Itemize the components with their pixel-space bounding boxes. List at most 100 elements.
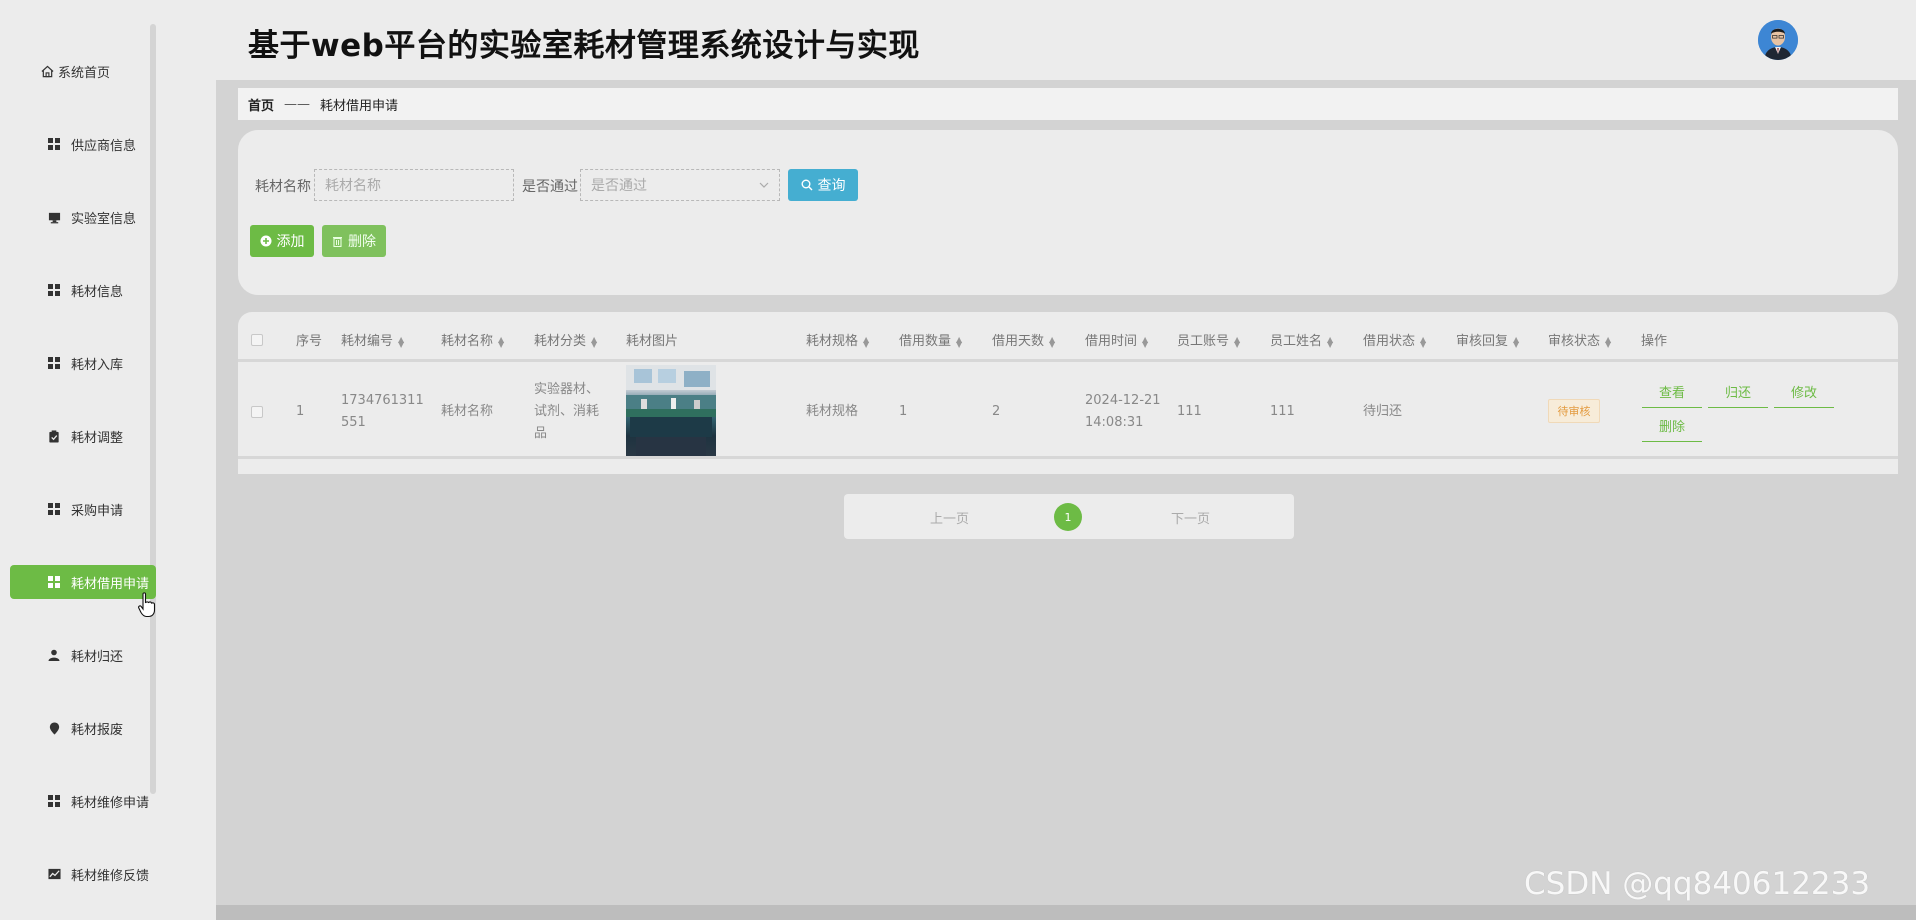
sort-icon[interactable]: ▲ ▼ [398, 335, 404, 348]
sidebar-item-label: 耗材信息 [71, 284, 124, 300]
header-account[interactable]: 员工账号 ▲ ▼ [1177, 330, 1240, 349]
sidebar-item-label: 供应商信息 [71, 138, 137, 154]
sidebar-item-materials[interactable]: 耗材信息 [10, 273, 156, 307]
watermark: CSDN @qq840612233 [1524, 866, 1871, 902]
header-days[interactable]: 借用天数 ▲ ▼ [992, 330, 1055, 349]
sort-icon[interactable]: ▲ ▼ [1420, 335, 1426, 348]
query-button-label: 查询 [817, 178, 846, 194]
edit-button[interactable]: 修改 [1774, 382, 1834, 408]
trash-icon [333, 237, 342, 247]
sidebar-item-label: 耗材维修申请 [71, 795, 150, 811]
pass-filter-select[interactable]: 是否通过 [580, 169, 780, 201]
cell-code: 1734761311 551 [341, 393, 424, 430]
sidebar-item-scrap[interactable]: 耗材报废 [10, 711, 156, 745]
top-header: 基于web平台的实验室耗材管理系统设计与实现 [216, 0, 1916, 80]
delete-button-label: 删除 [348, 234, 376, 250]
avatar[interactable] [1758, 20, 1798, 60]
sort-icon[interactable]: ▲ ▼ [1049, 335, 1055, 348]
breadcrumb: 首页 —— 耗材借用申请 [238, 88, 1898, 120]
name-filter-input[interactable]: 耗材名称 [314, 169, 514, 201]
next-page-button[interactable]: 下一页 [1171, 508, 1210, 527]
sort-icon[interactable]: ▲ ▼ [1234, 335, 1240, 348]
header-code[interactable]: 耗材编号 ▲ ▼ [341, 330, 404, 349]
horizontal-scrollbar[interactable] [216, 905, 1916, 920]
header-ops: 操作 [1641, 334, 1668, 349]
material-image[interactable] [626, 365, 716, 456]
grid-icon [47, 356, 61, 370]
grid-icon [47, 575, 61, 589]
chart-icon [47, 867, 61, 881]
cell-name: 耗材名称 [441, 404, 494, 419]
header-spec[interactable]: 耗材规格 ▲ ▼ [806, 330, 869, 349]
header-image: 耗材图片 [626, 334, 679, 349]
add-button-label: 添加 [276, 234, 305, 250]
sidebar-item-repair-feedback[interactable]: 耗材维修反馈 [10, 857, 156, 891]
user-icon [47, 648, 61, 662]
header-qty[interactable]: 借用数量 ▲ ▼ [899, 330, 962, 349]
breadcrumb-home[interactable]: 首页 [248, 95, 274, 114]
breadcrumb-current: 耗材借用申请 [320, 98, 399, 114]
prev-page-button[interactable]: 上一页 [930, 508, 969, 527]
sidebar-item-label: 实验室信息 [71, 211, 137, 227]
table-row: 1 1734761311 551 耗材名称 实验器材、 试剂、消耗 品 耗材规格… [238, 365, 1898, 459]
sort-icon[interactable]: ▲ ▼ [1513, 335, 1519, 348]
sidebar-item-label: 采购申请 [71, 503, 124, 519]
current-page-button[interactable]: 1 [1054, 503, 1082, 531]
name-filter-label: 耗材名称 [255, 179, 311, 195]
sidebar-item-stock-in[interactable]: 耗材入库 [10, 346, 156, 380]
view-button[interactable]: 查看 [1642, 382, 1702, 408]
sidebar-item-labs[interactable]: 实验室信息 [10, 200, 156, 234]
pass-filter-placeholder: 是否通过 [591, 178, 647, 194]
sidebar-item-repair-request[interactable]: 耗材维修申请 [10, 784, 156, 818]
sidebar-item-suppliers[interactable]: 供应商信息 [10, 127, 156, 161]
sidebar-item-label: 耗材维修反馈 [71, 868, 150, 884]
home-icon [40, 64, 54, 78]
pass-filter-label: 是否通过 [522, 179, 578, 195]
sort-icon[interactable]: ▲ ▼ [1142, 335, 1148, 348]
header-time[interactable]: 借用时间 ▲ ▼ [1085, 330, 1148, 349]
cell-spec: 耗材规格 [806, 404, 859, 419]
row-delete-button[interactable]: 删除 [1642, 416, 1702, 442]
query-button[interactable]: 查询 [788, 169, 858, 201]
grid-icon [47, 794, 61, 808]
delete-button[interactable]: 删除 [322, 225, 386, 257]
breadcrumb-separator: —— [284, 96, 311, 112]
sort-icon[interactable]: ▲ ▼ [498, 335, 504, 348]
search-icon [801, 179, 812, 191]
user-avatar-icon [1758, 20, 1798, 60]
header-name[interactable]: 耗材名称 ▲ ▼ [441, 330, 504, 349]
sidebar-item-label: 系统首页 [58, 65, 111, 81]
sort-icon[interactable]: ▲ ▼ [1605, 335, 1611, 348]
return-button[interactable]: 归还 [1708, 382, 1768, 408]
search-panel: 耗材名称 耗材名称 是否通过 是否通过 查询 添加 删除 [238, 130, 1898, 295]
data-table: 序号 耗材编号 ▲ ▼ 耗材名称 ▲ ▼ 耗材分类 ▲ ▼ 耗材图片 耗材规格 ▲ ▼ 借用数量… [238, 312, 1898, 474]
sidebar-item-return[interactable]: 耗材归还 [10, 638, 156, 672]
sidebar-item-borrow[interactable]: 耗材借用申请 [10, 565, 156, 599]
sidebar-item-label: 耗材报废 [71, 722, 124, 738]
hand-cursor-icon [138, 592, 156, 618]
header-staff[interactable]: 员工姓名 ▲ ▼ [1270, 330, 1333, 349]
header-review-status[interactable]: 审核状态 ▲ ▼ [1548, 330, 1611, 349]
name-filter-placeholder: 耗材名称 [325, 178, 381, 194]
cell-qty: 1 [899, 404, 908, 419]
cell-staff: 111 [1270, 404, 1295, 419]
pagination: 上一页 1 下一页 [844, 494, 1294, 539]
select-all-checkbox[interactable] [251, 334, 263, 346]
sidebar-item-adjust[interactable]: 耗材调整 [10, 419, 156, 453]
add-button[interactable]: 添加 [250, 225, 314, 257]
row-checkbox[interactable] [251, 406, 263, 418]
sort-icon[interactable]: ▲ ▼ [956, 335, 962, 348]
sidebar-item-purchase[interactable]: 采购申请 [10, 492, 156, 526]
pin-icon [47, 721, 61, 735]
plus-circle-icon [260, 235, 271, 247]
header-borrow-status[interactable]: 借用状态 ▲ ▼ [1363, 330, 1426, 349]
sidebar-item-label: 耗材调整 [71, 430, 124, 446]
clipboard-icon [47, 429, 61, 443]
header-reply[interactable]: 审核回复 ▲ ▼ [1456, 330, 1519, 349]
sort-icon[interactable]: ▲ ▼ [863, 335, 869, 348]
sidebar-item-home[interactable]: 系统首页 [10, 54, 156, 88]
sort-icon[interactable]: ▲ ▼ [591, 335, 597, 348]
header-category[interactable]: 耗材分类 ▲ ▼ [534, 330, 597, 349]
sort-icon[interactable]: ▲ ▼ [1327, 335, 1333, 348]
table-header: 序号 耗材编号 ▲ ▼ 耗材名称 ▲ ▼ 耗材分类 ▲ ▼ 耗材图片 耗材规格 ▲ ▼ 借用数量… [238, 312, 1898, 362]
